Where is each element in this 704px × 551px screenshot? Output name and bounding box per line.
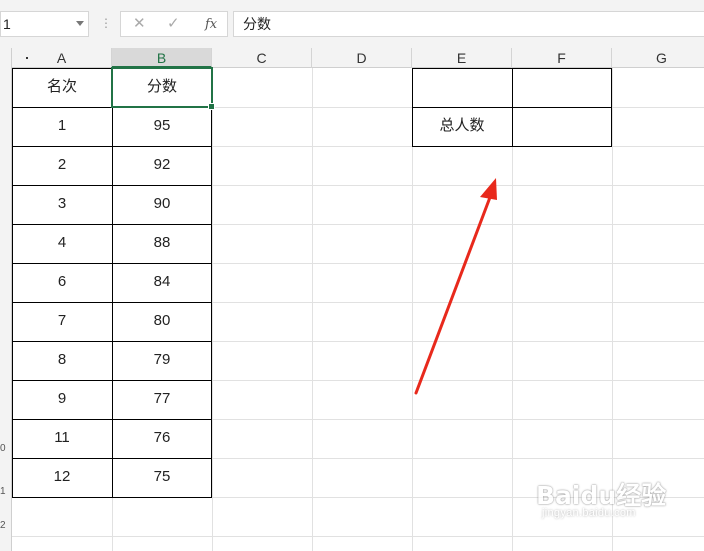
arrow-shaft	[414, 190, 494, 395]
arrow-head	[480, 178, 497, 200]
baidu-jingyan-watermark: Baidu经验 jingyan.baidu.com	[534, 476, 674, 526]
annotation-arrow-icon	[414, 178, 497, 395]
watermark-url: jingyan.baidu.com	[542, 507, 636, 519]
